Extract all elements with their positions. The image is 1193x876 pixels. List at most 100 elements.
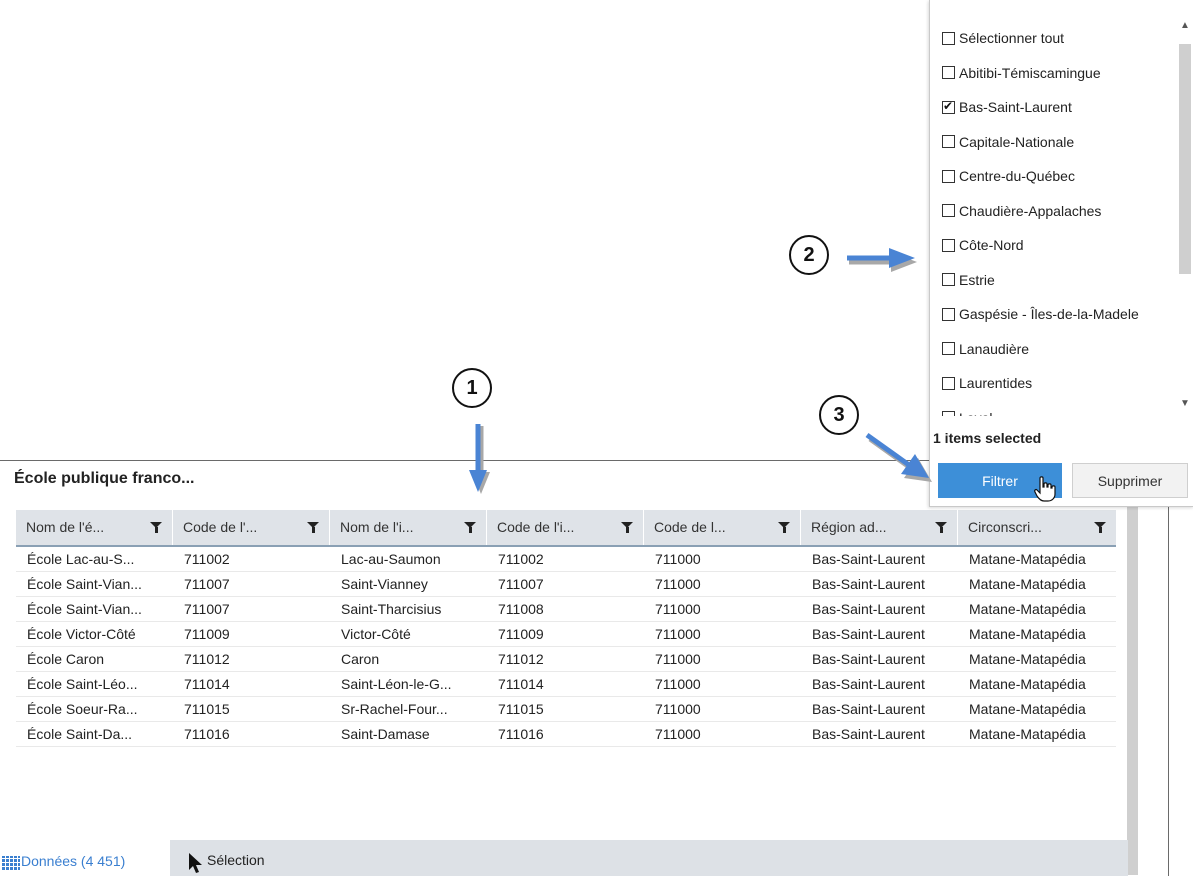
filter-option-label: Abitibi-Témiscamingue	[959, 64, 1101, 81]
column-header[interactable]: Nom de l'i...	[330, 510, 487, 545]
tab-data-label: Données (4 451)	[21, 853, 126, 869]
scroll-down-icon[interactable]: ▼	[1180, 398, 1190, 409]
filter-funnel-icon[interactable]	[778, 522, 790, 533]
filter-funnel-icon[interactable]	[1094, 522, 1106, 533]
table-cell: 711014	[184, 676, 230, 692]
tab-selection-label[interactable]: Sélection	[207, 852, 265, 868]
column-header[interactable]: Circonscri...	[958, 510, 1116, 545]
table-cell: Bas-Saint-Laurent	[812, 601, 925, 617]
filter-option-checkbox[interactable]	[942, 342, 955, 355]
dropdown-scroll-thumb[interactable]	[1179, 44, 1191, 274]
filter-option-checkbox[interactable]	[942, 238, 955, 252]
table-cell: 711007	[184, 576, 230, 592]
filter-option-checkbox[interactable]	[942, 307, 955, 321]
scroll-up-icon[interactable]: ▲	[1180, 20, 1190, 31]
table-cell: École Lac-au-S...	[27, 551, 135, 567]
selected-count-label: 1 items selected	[933, 430, 1042, 446]
filter-option-checkbox[interactable]	[942, 169, 955, 183]
arrow-2-icon	[847, 248, 917, 272]
table-row[interactable]: École Soeur-Ra... 711015 Sr-Rachel-Four...…	[16, 697, 1116, 722]
table-cell: Bas-Saint-Laurent	[812, 626, 925, 642]
filter-option[interactable]: Estrie	[942, 270, 995, 290]
filter-option[interactable]: Laurentides	[942, 373, 1032, 393]
filter-option-checkbox[interactable]	[942, 204, 955, 217]
table-cell: Matane-Matapédia	[969, 726, 1086, 742]
filter-funnel-icon[interactable]	[150, 522, 162, 533]
column-header[interactable]: Code de l...	[644, 510, 801, 545]
column-header-label: Nom de l'i...	[340, 519, 414, 535]
column-header[interactable]: Code de l'...	[173, 510, 330, 545]
filter-option[interactable]: Laval	[942, 408, 992, 416]
column-header[interactable]: Code de l'i...	[487, 510, 644, 545]
filter-option-checkbox[interactable]	[942, 135, 955, 148]
filter-option-checkbox[interactable]	[942, 31, 955, 45]
delete-button[interactable]: Supprimer	[1072, 463, 1188, 498]
filter-option[interactable]: Centre-du-Québec	[942, 166, 1075, 186]
filter-option[interactable]: Gaspésie - Îles-de-la-Madele	[942, 304, 1139, 324]
filter-option[interactable]: Bas-Saint-Laurent	[942, 97, 1072, 117]
bottom-tab-bar: Données (4 451) Sélection	[0, 840, 1128, 876]
filter-funnel-icon[interactable]	[935, 522, 947, 533]
filter-option[interactable]: Chaudière-Appalaches	[942, 201, 1101, 221]
filter-option-label: Estrie	[959, 271, 995, 288]
filter-option[interactable]: Lanaudière	[942, 339, 1029, 359]
filter-option-checkbox[interactable]	[942, 273, 955, 286]
table-cell: École Saint-Vian...	[27, 601, 142, 617]
column-header[interactable]: Nom de l'é...	[16, 510, 173, 545]
table-row[interactable]: École Saint-Vian... 711007 Saint-Tharcisiu…	[16, 597, 1116, 622]
table-cell: École Saint-Da...	[27, 726, 133, 742]
filter-option-label: Capitale-Nationale	[959, 133, 1075, 150]
column-header-label: Circonscri...	[968, 519, 1042, 535]
arrow-1-icon	[469, 424, 490, 494]
filter-option-checkbox[interactable]	[942, 411, 955, 416]
table-cell: Sr-Rachel-Four...	[341, 701, 448, 717]
filter-funnel-icon[interactable]	[621, 522, 633, 533]
table-header: Nom de l'é... Code de l'... Nom de l'i... C…	[16, 510, 1116, 547]
column-header-label: Code de l...	[654, 519, 726, 535]
table-cell: 711000	[655, 701, 701, 717]
filter-option-checkbox[interactable]	[942, 66, 955, 79]
data-panel: École publique franco... Nom de l'é... Co…	[0, 460, 1169, 876]
filter-option[interactable]: Côte-Nord	[942, 235, 1024, 255]
panel-scrollbar[interactable]	[1127, 497, 1138, 875]
tab-data[interactable]: Données (4 451)	[0, 840, 170, 876]
filter-option-label: Sélectionner tout	[959, 30, 1065, 46]
table-cell: 711012	[184, 651, 230, 667]
callout-3: 3	[819, 395, 859, 435]
table-cell: Bas-Saint-Laurent	[812, 551, 925, 567]
pointer-cursor-icon[interactable]	[186, 852, 206, 874]
table-cell: 711000	[655, 676, 701, 692]
table-cell: Saint-Tharcisius	[341, 601, 442, 617]
table-cell: 711015	[184, 701, 230, 717]
filter-option[interactable]: Sélectionner tout	[942, 28, 1064, 48]
table-cell: 711002	[184, 551, 230, 567]
filter-option-label: Lanaudière	[959, 340, 1030, 357]
filter-option-checkbox[interactable]	[942, 376, 955, 390]
table-row[interactable]: École Saint-Da... 711016 Saint-Damase 71101…	[16, 722, 1116, 747]
table-cell: Lac-au-Saumon	[341, 551, 441, 567]
dropdown-scrollbar[interactable]: ▲ ▼	[1177, 18, 1193, 416]
table-row[interactable]: École Saint-Vian... 711007 Saint-Vianney 71…	[16, 572, 1116, 597]
table-cell: Saint-Damase	[341, 726, 430, 742]
filter-option[interactable]: Abitibi-Témiscamingue	[942, 63, 1101, 83]
table-row[interactable]: École Saint-Léo... 711014 Saint-Léon-le-G.…	[16, 672, 1116, 697]
table-row[interactable]: École Victor-Côté 711009 Victor-Côté 711009…	[16, 622, 1116, 647]
filter-option-checkbox[interactable]	[942, 99, 955, 114]
table-cell: 711000	[655, 626, 701, 642]
table-row[interactable]: École Caron 711012 Caron 711012 711000 Bas-Sa…	[16, 647, 1116, 672]
table-cell: Victor-Côté	[341, 626, 411, 642]
panel-title: École publique franco...	[14, 470, 195, 487]
filter-funnel-icon[interactable]	[307, 522, 319, 533]
column-header-label: Code de l'i...	[497, 519, 575, 535]
table-cell: 711015	[498, 701, 544, 717]
table-row[interactable]: École Lac-au-S... 711002 Lac-au-Saumon 7110…	[16, 547, 1116, 572]
filter-option-label: Côte-Nord	[959, 237, 1024, 253]
filter-option[interactable]: Capitale-Nationale	[942, 132, 1074, 152]
table-cell: 711000	[655, 601, 701, 617]
column-header[interactable]: Région ad...	[801, 510, 958, 545]
table-cell: Matane-Matapédia	[969, 651, 1086, 667]
table-cell: École Victor-Côté	[27, 626, 136, 642]
table-cell: Caron	[341, 651, 380, 667]
filter-option-label: Chaudière-Appalaches	[959, 202, 1102, 219]
filter-funnel-icon[interactable]	[464, 522, 476, 533]
